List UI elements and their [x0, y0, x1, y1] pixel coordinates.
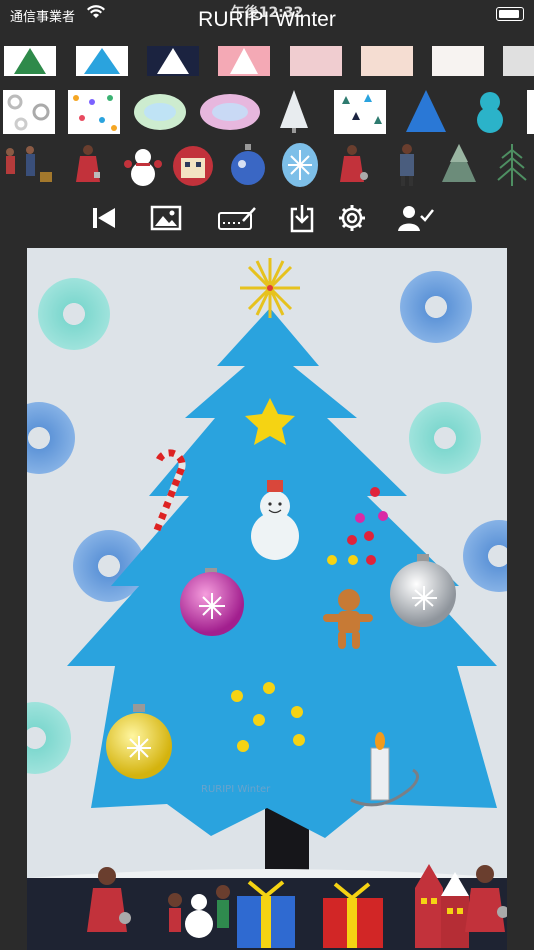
draw-pen-icon	[218, 207, 256, 230]
toolbar	[0, 196, 534, 240]
save-button[interactable]	[284, 200, 320, 236]
pattern-thumb-triangles[interactable]	[334, 90, 386, 134]
tree-shape-grey-green[interactable]	[438, 142, 480, 188]
decor-donut[interactable]	[409, 402, 481, 474]
sticker-people-walking[interactable]	[0, 144, 56, 188]
tree-thumb-pink[interactable]	[218, 46, 270, 76]
tree-shape-white[interactable]	[272, 88, 316, 134]
ornament-shape-teal[interactable]	[472, 90, 508, 134]
image-icon	[150, 205, 182, 231]
decor-donut[interactable]	[400, 271, 472, 343]
sticker-blue-bauble[interactable]	[228, 142, 268, 188]
skip-back-icon	[93, 208, 115, 228]
watermark-label: RURIPI Winter	[201, 784, 271, 795]
design-canvas[interactable]: RURIPI Winter	[27, 248, 507, 950]
draw-button[interactable]	[216, 200, 260, 236]
sticker-girl-red-coat[interactable]	[68, 142, 108, 188]
decor-donut[interactable]	[27, 702, 71, 774]
tree-style-row	[0, 46, 534, 76]
tree-shape-pine-green[interactable]	[494, 142, 530, 188]
star-burst-topper[interactable]	[240, 258, 300, 318]
save-download-icon	[290, 205, 314, 233]
pattern-thumb-pink-oval[interactable]	[199, 92, 261, 132]
paper-thumb-peach[interactable]	[361, 46, 413, 76]
settings-button[interactable]	[334, 200, 370, 236]
settings-icon	[339, 205, 365, 231]
decor-donut[interactable]	[38, 278, 110, 350]
pattern-thumb-grey-rings[interactable]	[3, 90, 55, 134]
pattern-row	[0, 86, 534, 136]
canvas-artwork	[27, 258, 507, 950]
pattern-thumb-confetti[interactable]	[68, 90, 120, 134]
app-title: RURIPI Winter	[198, 8, 336, 31]
sticker-snowflake-ornament[interactable]	[280, 142, 320, 188]
decor-donut[interactable]	[27, 402, 75, 474]
tree-thumb-green[interactable]	[4, 46, 56, 76]
sticker-house-ornament[interactable]	[171, 144, 215, 188]
image-button[interactable]	[148, 200, 184, 236]
paper-thumb-white[interactable]	[432, 46, 484, 76]
skip-back-button[interactable]	[86, 200, 122, 236]
pattern-thumb-partial[interactable]	[527, 90, 534, 134]
paper-thumb-grey[interactable]	[503, 46, 534, 76]
pattern-thumb-pastel-oval[interactable]	[133, 92, 187, 132]
paper-thumb-rose[interactable]	[290, 46, 342, 76]
tree-thumb-blue[interactable]	[76, 46, 128, 76]
sticker-man-coat[interactable]	[387, 142, 427, 188]
user-check-button[interactable]	[396, 200, 436, 236]
decoration-row	[0, 140, 534, 190]
sticker-snowman[interactable]	[122, 144, 164, 188]
sticker-girl-walking[interactable]	[332, 142, 372, 188]
tree-thumb-navy[interactable]	[147, 46, 199, 76]
tree-shape-blue[interactable]	[402, 88, 450, 134]
user-check-icon	[398, 206, 434, 231]
decor-donut[interactable]	[463, 520, 507, 592]
